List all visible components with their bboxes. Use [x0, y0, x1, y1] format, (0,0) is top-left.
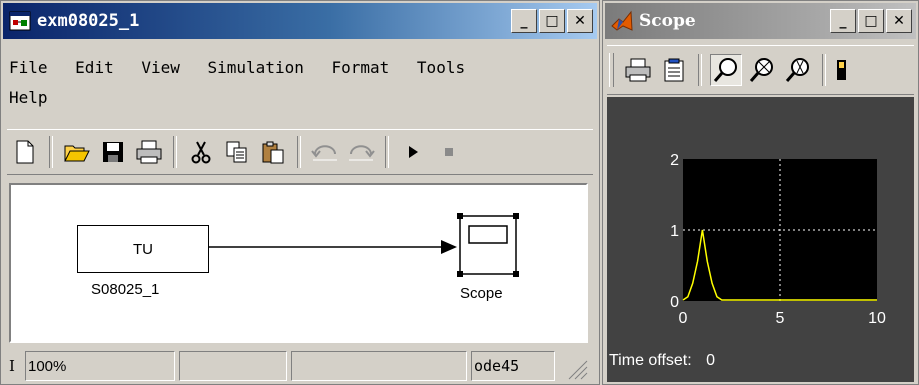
copy-icon	[226, 141, 247, 163]
time-offset-label: Time offset:	[609, 352, 692, 369]
close-icon: ✕	[574, 13, 586, 29]
x-tick-label: 5	[776, 310, 785, 327]
y-tick-label: 0	[670, 294, 679, 311]
scope-block-label[interactable]: Scope	[460, 285, 503, 302]
start-simulation-button[interactable]	[397, 136, 429, 168]
menu-tools[interactable]: Tools	[417, 58, 465, 77]
menu-file[interactable]: File	[9, 58, 48, 77]
print-icon	[136, 140, 162, 164]
zoom-y-button[interactable]	[782, 54, 814, 86]
scope-minimize-button[interactable]: _	[830, 9, 856, 33]
toolbar-separator	[822, 54, 826, 86]
status-field-empty	[291, 351, 467, 381]
minimize-button[interactable]: _	[511, 9, 537, 33]
scope-maximize-button[interactable]: □	[858, 9, 884, 33]
save-button[interactable]	[97, 136, 129, 168]
redo-icon	[349, 145, 375, 161]
close-icon: ✕	[893, 13, 905, 29]
scope-close-button[interactable]: ✕	[886, 9, 912, 33]
new-icon	[16, 140, 34, 164]
menu-simulation[interactable]: Simulation	[208, 58, 304, 77]
scope-print-button[interactable]	[622, 54, 654, 86]
status-zoom: 100%	[25, 351, 175, 381]
new-button[interactable]	[9, 136, 41, 168]
model-titlebar[interactable]: exm08025_1 _ □ ✕	[3, 3, 597, 39]
paste-icon	[262, 141, 284, 164]
open-icon	[64, 145, 90, 162]
parameters-icon	[664, 58, 684, 82]
undo-button[interactable]	[309, 136, 341, 168]
cut-button[interactable]	[185, 136, 217, 168]
undo-icon	[311, 145, 337, 161]
open-button[interactable]	[61, 136, 93, 168]
simulink-model-icon	[9, 11, 31, 31]
menu-help[interactable]: Help	[9, 88, 48, 107]
save-icon	[103, 142, 123, 162]
y-tick-label: 2	[670, 152, 679, 169]
scope-plot[interactable]: 0 5 10 0 1 2	[607, 97, 916, 384]
time-offset: Time offset: 0	[609, 352, 715, 370]
zoom-icon	[713, 58, 737, 82]
toolbar-separator	[385, 136, 389, 168]
model-toolbar	[7, 129, 593, 175]
maximize-button[interactable]: □	[539, 9, 565, 33]
x-tick-label: 10	[868, 310, 886, 327]
toolbar-separator	[297, 136, 301, 168]
stop-simulation-button[interactable]	[433, 136, 465, 168]
maximize-icon: □	[864, 13, 878, 29]
paste-button[interactable]	[257, 136, 289, 168]
minimize-icon: _	[520, 13, 528, 29]
toolbar-separator	[49, 136, 53, 168]
play-icon	[409, 146, 418, 158]
print-button[interactable]	[133, 136, 165, 168]
copy-button[interactable]	[221, 136, 253, 168]
print-icon	[625, 58, 651, 82]
x-tick-label: 0	[679, 310, 688, 327]
parameters-button[interactable]	[658, 54, 690, 86]
stop-icon	[445, 148, 453, 156]
status-left: I	[9, 357, 15, 375]
scope-toolbar	[607, 45, 914, 95]
model-window: exm08025_1 _ □ ✕ File Edit View Simulati…	[0, 0, 600, 385]
toolbar-grip	[609, 53, 614, 87]
scope-block[interactable]	[457, 213, 519, 277]
autoscale-button[interactable]	[834, 54, 846, 86]
cut-icon	[191, 141, 211, 164]
maximize-icon: □	[545, 13, 559, 29]
menu-view[interactable]: View	[141, 58, 180, 77]
menu-bar: File Edit View Simulation Format Tools H…	[9, 53, 569, 113]
scope-titlebar[interactable]: Scope _ □ ✕	[605, 3, 916, 39]
matlab-icon	[611, 10, 633, 31]
autoscale-icon	[837, 60, 846, 80]
scope-window: Scope _ □ ✕ 0 5 10 0 1 2 Time offset: 0	[602, 0, 919, 385]
scope-title: Scope	[639, 11, 696, 31]
status-solver: ode45	[471, 351, 555, 381]
zoom-x-button[interactable]	[746, 54, 778, 86]
model-canvas[interactable]: TU S08025_1 Scope	[9, 183, 588, 343]
zoom-y-icon	[785, 58, 809, 82]
status-bar: I 100% ode45	[5, 351, 595, 383]
model-title: exm08025_1	[37, 11, 140, 31]
resize-grip-icon[interactable]	[559, 351, 589, 381]
redo-button[interactable]	[345, 136, 377, 168]
close-button[interactable]: ✕	[567, 9, 593, 33]
status-field-empty	[179, 351, 287, 381]
scope-block-icon	[457, 213, 519, 277]
zoom-x-icon	[749, 58, 773, 82]
menu-edit[interactable]: Edit	[75, 58, 114, 77]
toolbar-separator	[173, 136, 177, 168]
y-tick-label: 1	[670, 223, 679, 240]
zoom-button[interactable]	[710, 54, 742, 86]
minimize-icon: _	[839, 13, 847, 29]
time-offset-value: 0	[706, 352, 716, 369]
toolbar-separator	[698, 54, 702, 86]
scope-plot-area: 0 5 10 0 1 2 Time offset: 0	[607, 97, 914, 382]
menu-format[interactable]: Format	[331, 58, 389, 77]
